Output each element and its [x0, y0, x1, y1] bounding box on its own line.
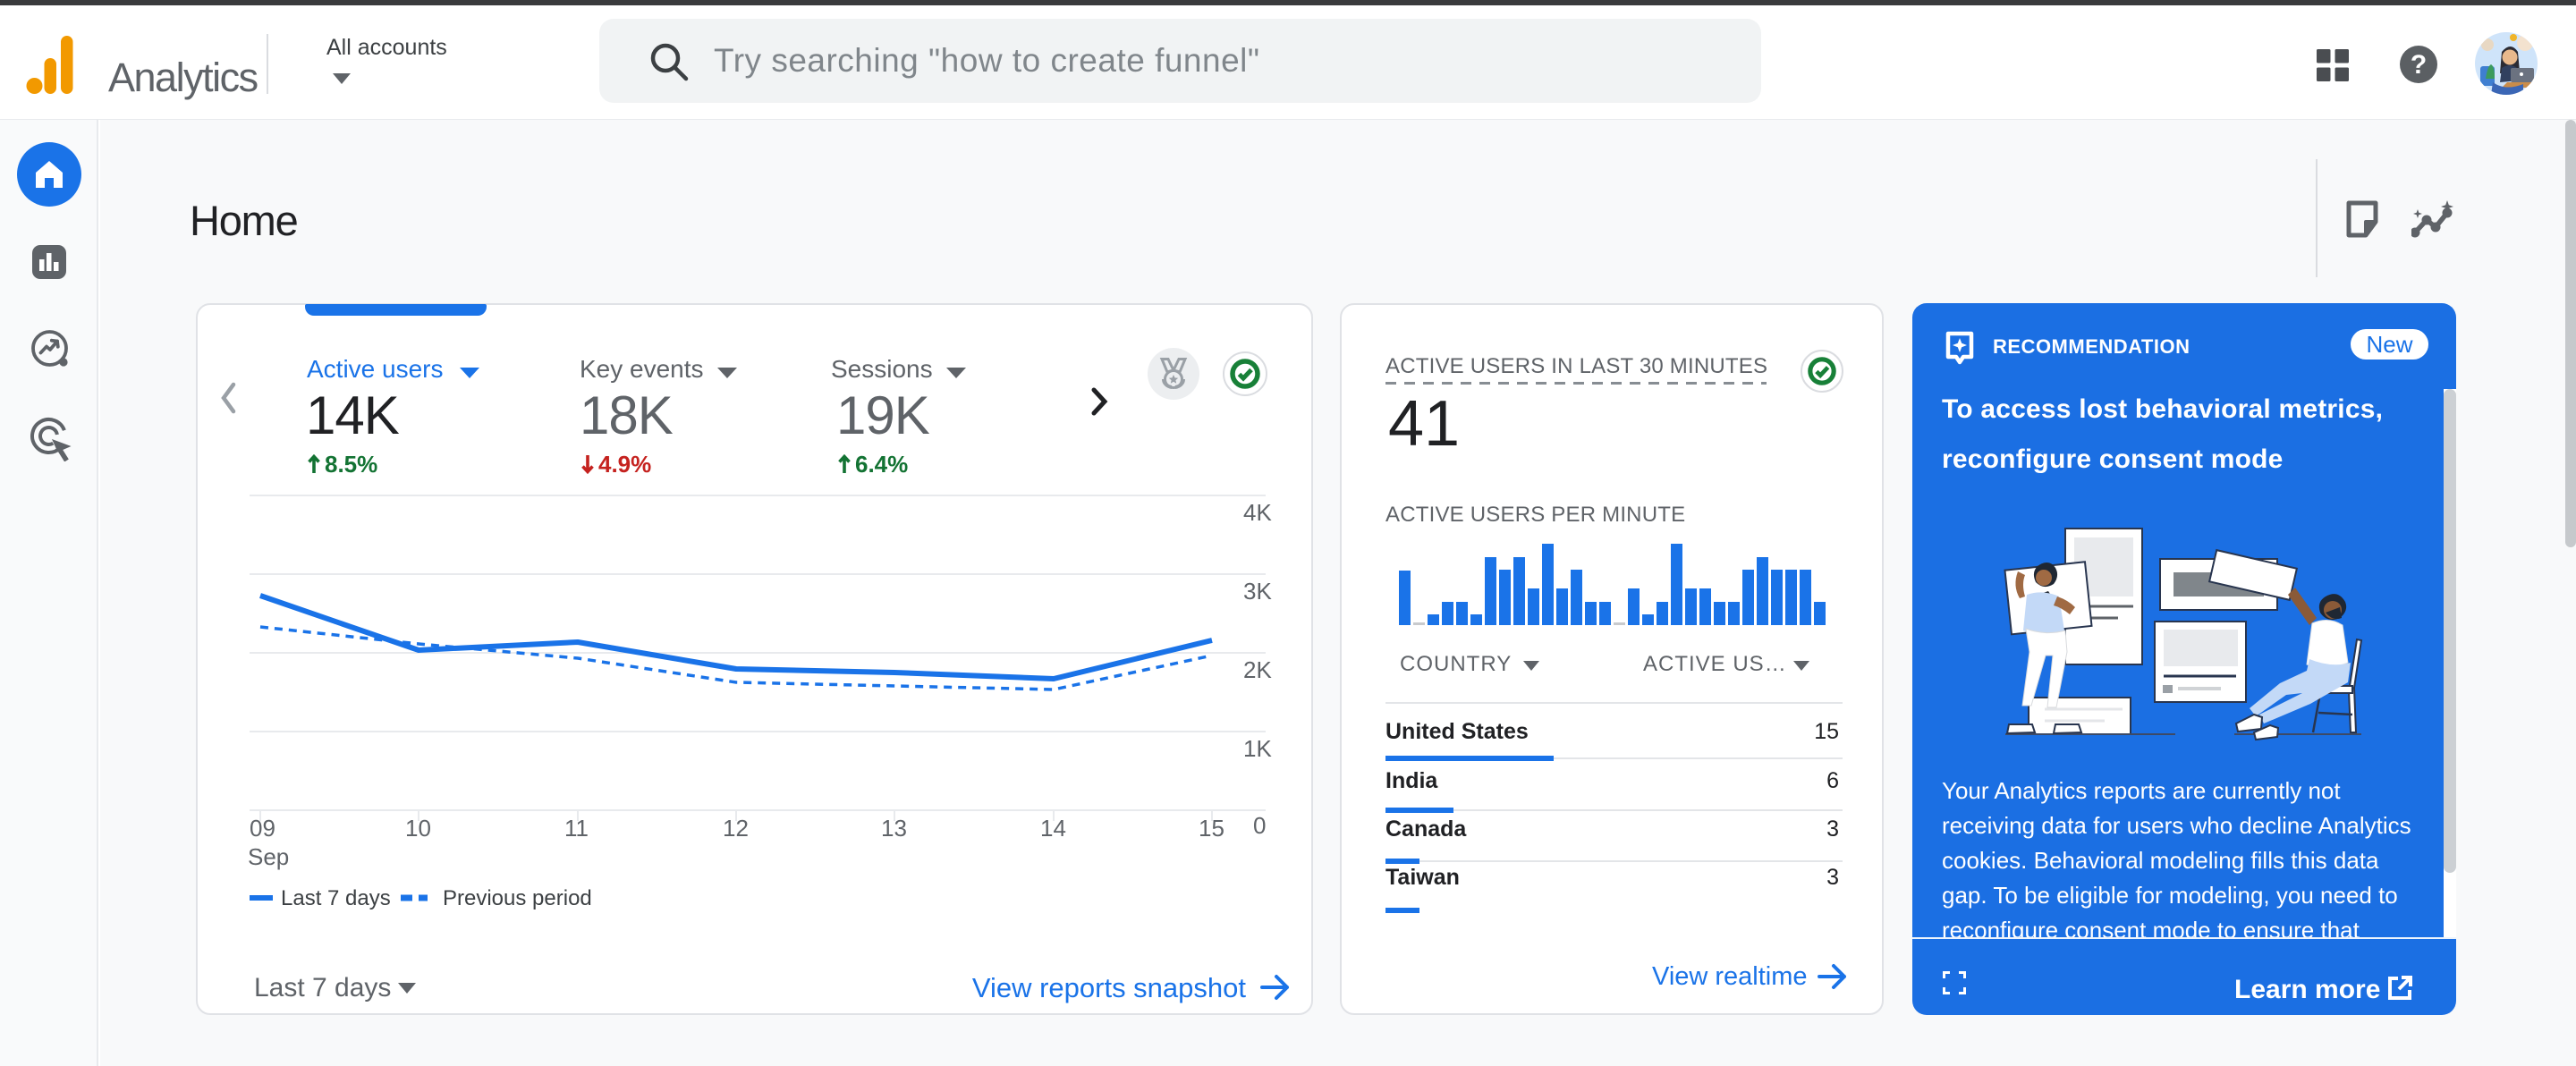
svg-text:12: 12	[723, 815, 749, 842]
svg-text:09: 09	[250, 815, 275, 842]
svg-text:15: 15	[1199, 815, 1224, 842]
svg-text:11: 11	[564, 815, 589, 842]
svg-text:2K: 2K	[1243, 656, 1272, 683]
svg-text:13: 13	[881, 815, 907, 842]
svg-text:0: 0	[1253, 812, 1266, 839]
svg-text:Last 7 days: Last 7 days	[281, 886, 391, 910]
svg-text:4K: 4K	[1243, 499, 1272, 526]
svg-text:1K: 1K	[1243, 735, 1272, 762]
svg-text:3K: 3K	[1243, 578, 1272, 605]
svg-text:Sep: Sep	[248, 843, 289, 870]
svg-text:10: 10	[405, 815, 431, 842]
svg-text:Previous period: Previous period	[443, 886, 592, 910]
svg-text:14: 14	[1040, 815, 1066, 842]
